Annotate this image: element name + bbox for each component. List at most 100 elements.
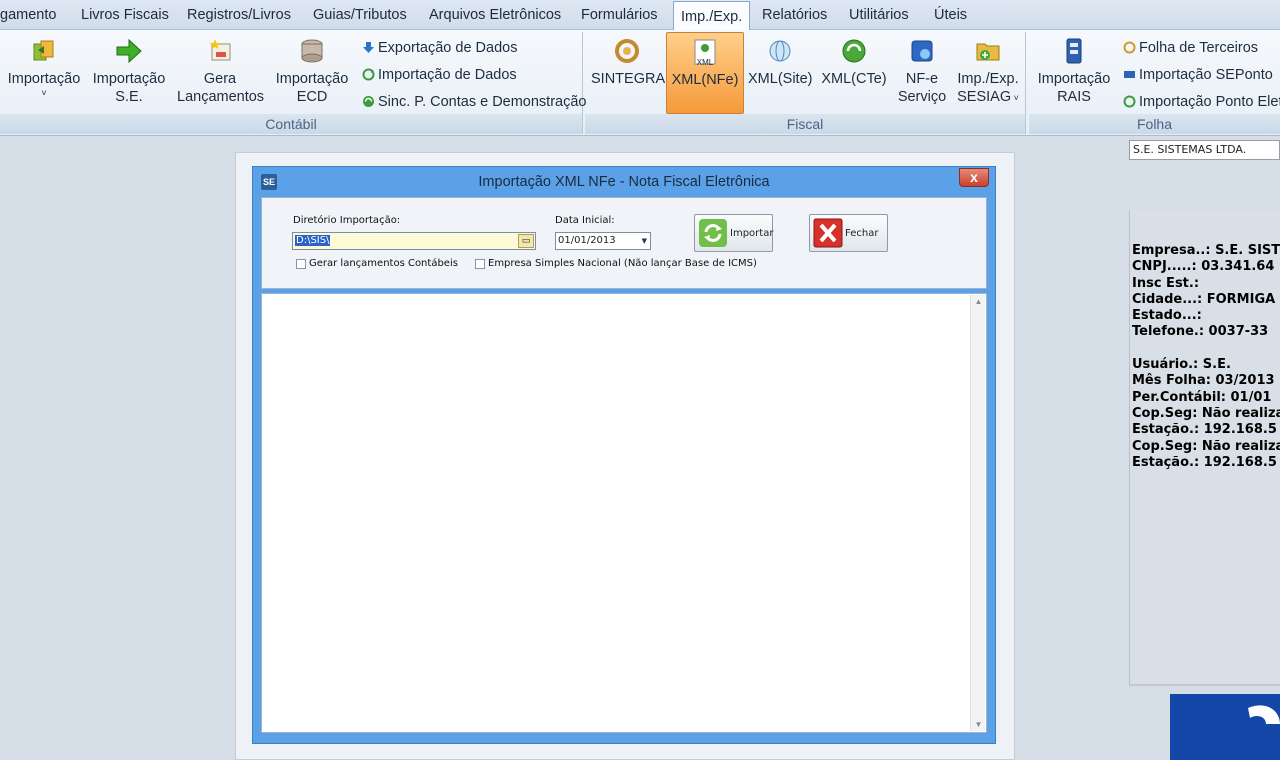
exportacao-dados-button[interactable]: Exportação de Dados [362, 38, 517, 58]
menu-bar: gamento Livros Fiscais Registros/Livros … [0, 0, 1280, 32]
info-telefone: Telefone.: 0037-33 [1132, 324, 1269, 340]
gerar-lancamentos-label: Gerar lançamentos Contábeis [309, 258, 458, 269]
info-empresa: Empresa..: S.E. SIST [1132, 243, 1280, 258]
folder-icon: ▭ [521, 236, 531, 246]
menu-item-imp-exp[interactable]: Imp./Exp. [673, 1, 751, 32]
exportacao-dados-label: Exportação de Dados [378, 40, 518, 56]
ribbon-group-fiscal: SINTEGRA XML XML(NFe) XML(Site) XML(CTe) [585, 32, 1026, 134]
simples-nacional-label: Empresa Simples Nacional (Não lançar Bas… [488, 258, 757, 269]
company-info-panel: Empresa..: S.E. SIST CNPJ.....: 03.341.6… [1129, 210, 1280, 686]
brand-logo [1170, 694, 1280, 760]
import-icon [33, 40, 54, 61]
options-panel: Diretório Importação: D:\SIS\ ▭ Data Ini… [261, 197, 987, 289]
chevron-down-icon: ˅ [1011, 93, 1019, 103]
imp-exp-sesiag-button[interactable]: Imp./Exp. SESIAG ˅ [955, 36, 1021, 107]
menu-item-utilitarios[interactable]: Utilitários [849, 0, 909, 30]
gera-lancamentos-label-1: Gera [203, 71, 237, 87]
log-scrollbar[interactable]: ▲ ▼ [970, 295, 985, 731]
arrow-down-icon [363, 42, 374, 53]
info-estacao-1: Estação.: 192.168.5 [1132, 422, 1277, 438]
fechar-button[interactable]: Fechar [809, 214, 888, 252]
scroll-down-icon[interactable]: ▼ [971, 720, 986, 729]
info-estado: Estado...: [1132, 308, 1202, 324]
info-cnpj: CNPJ.....: 03.341.64 [1132, 259, 1275, 275]
menu-item-relatorios[interactable]: Relatórios [762, 0, 827, 30]
gera-lancamentos-label-2: Lançamentos [177, 89, 265, 105]
importar-button[interactable]: Importar [694, 214, 773, 252]
truck-icon [1124, 71, 1135, 78]
info-usuario: Usuário.: S.E. [1132, 357, 1231, 373]
date-value: 01/01/2013 [558, 235, 616, 246]
importar-label: Importar [730, 228, 774, 239]
nfe-servico-button[interactable]: NF-e Serviço [897, 36, 947, 106]
ribbon-group-contabil-label: Contábil [0, 114, 582, 134]
close-icon: x [970, 169, 978, 185]
refresh-icon [1123, 41, 1136, 54]
directory-input[interactable]: D:\SIS\ ▭ [292, 232, 536, 250]
folha-terceiros-label: Folha de Terceiros [1139, 40, 1259, 56]
date-initial-picker[interactable]: 01/01/2013 ▼ [555, 232, 651, 250]
refresh-icon [362, 68, 375, 81]
imp-exp-sesiag-label-2: SESIAG ˅ [957, 89, 1019, 105]
nfe-icon [911, 40, 933, 62]
importacao-se-button[interactable]: Importação S.E. [92, 36, 166, 106]
menu-item-livros-fiscais[interactable]: Livros Fiscais [81, 0, 169, 30]
importacao-seponto-label: Importação SEPonto [1139, 67, 1273, 83]
xml-nfe-button[interactable]: XML XML(NFe) [666, 32, 744, 114]
close-button[interactable]: x [959, 168, 989, 187]
info-cop-seg-1: Cop.Seg: Não realiza [1132, 405, 1280, 421]
menu-item-formularios[interactable]: Formulários [581, 0, 658, 30]
xml-cte-button[interactable]: XML(CTe) [821, 36, 887, 88]
info-mes-folha: Mês Folha: 03/2013 [1132, 373, 1275, 389]
menu-item-uteis[interactable]: Úteis [934, 0, 967, 30]
info-per-contabil: Per.Contábil: 01/01 [1132, 389, 1272, 405]
sintegra-icon [615, 39, 639, 63]
sync-icon [363, 96, 374, 107]
menu-item-guias-tributos[interactable]: Guias/Tributos [313, 0, 407, 30]
scroll-up-icon[interactable]: ▲ [971, 297, 986, 306]
importacao-dados-label: Importação de Dados [378, 67, 517, 83]
ribbon: Importação ˅ Importação S.E. Gera Lançam… [0, 30, 1280, 136]
importacao-se-label-1: Importação [92, 71, 166, 87]
menu-item-pagamento[interactable]: gamento [0, 0, 56, 30]
import-xml-dialog: SE Importação XML NFe - Nota Fiscal Elet… [252, 166, 996, 744]
importacao-se-label-2: S.E. [115, 89, 143, 105]
importacao-ecd-label-2: ECD [296, 89, 328, 105]
importacao-ecd-button[interactable]: Importação ECD [274, 36, 350, 106]
menu-item-arquivos-eletronicos[interactable]: Arquivos Eletrônicos [429, 0, 561, 30]
importacao-rais-button[interactable]: Importação RAIS [1035, 36, 1113, 106]
nfe-servico-label-2: Serviço [897, 89, 947, 105]
chevron-down-icon: ˅ [41, 88, 47, 98]
dir-label: Diretório Importação: [293, 215, 401, 226]
info-cidade: Cidade...: FORMIGA [1132, 291, 1276, 307]
chevron-down-icon: ▼ [641, 237, 647, 245]
folha-terceiros-button[interactable]: Folha de Terceiros [1123, 38, 1258, 58]
info-cop-seg-2: Cop.Seg: Não realiza [1132, 438, 1280, 454]
log-output-area[interactable]: ▲ ▼ [261, 293, 987, 733]
importacao-button[interactable]: Importação ˅ [6, 36, 82, 98]
importacao-rais-label-2: RAIS [1057, 89, 1091, 105]
directory-value: D:\SIS\ [295, 235, 331, 246]
sintegra-button[interactable]: SINTEGRA [591, 36, 665, 88]
refresh-icon [842, 39, 866, 63]
importacao-ponto-eletr-button[interactable]: Importação Ponto Eletr [1123, 92, 1280, 112]
logo-shape-icon [1248, 705, 1280, 724]
simples-nacional-checkbox[interactable] [475, 259, 485, 269]
info-estacao-2: Estação.: 192.168.5 [1132, 454, 1277, 470]
importacao-seponto-button[interactable]: Importação SEPonto [1123, 65, 1273, 85]
importacao-ecd-label-1: Importação [275, 71, 349, 87]
importacao-ponto-eletr-label: Importação Ponto Eletr [1139, 94, 1280, 110]
dialog-title: Importação XML NFe - Nota Fiscal Eletrôn… [478, 174, 770, 190]
menu-item-registros-livros[interactable]: Registros/Livros [187, 0, 291, 30]
folder-browse-button[interactable]: ▭ [518, 234, 534, 248]
sinc-contas-button[interactable]: Sinc. P. Contas e Demonstração [362, 92, 586, 112]
importacao-dados-button[interactable]: Importação de Dados [362, 65, 517, 85]
gera-lancamentos-button[interactable]: Gera Lançamentos [177, 36, 265, 106]
ribbon-group-fiscal-label: Fiscal [585, 114, 1025, 134]
folder-add-icon [976, 43, 1000, 61]
xml-site-button[interactable]: XML(Site) [748, 36, 812, 88]
gerar-lancamentos-checkbox[interactable] [296, 259, 306, 269]
rais-icon [1066, 38, 1082, 64]
ribbon-group-contabil: Importação ˅ Importação S.E. Gera Lançam… [0, 32, 586, 134]
arrow-right-icon [116, 38, 142, 64]
